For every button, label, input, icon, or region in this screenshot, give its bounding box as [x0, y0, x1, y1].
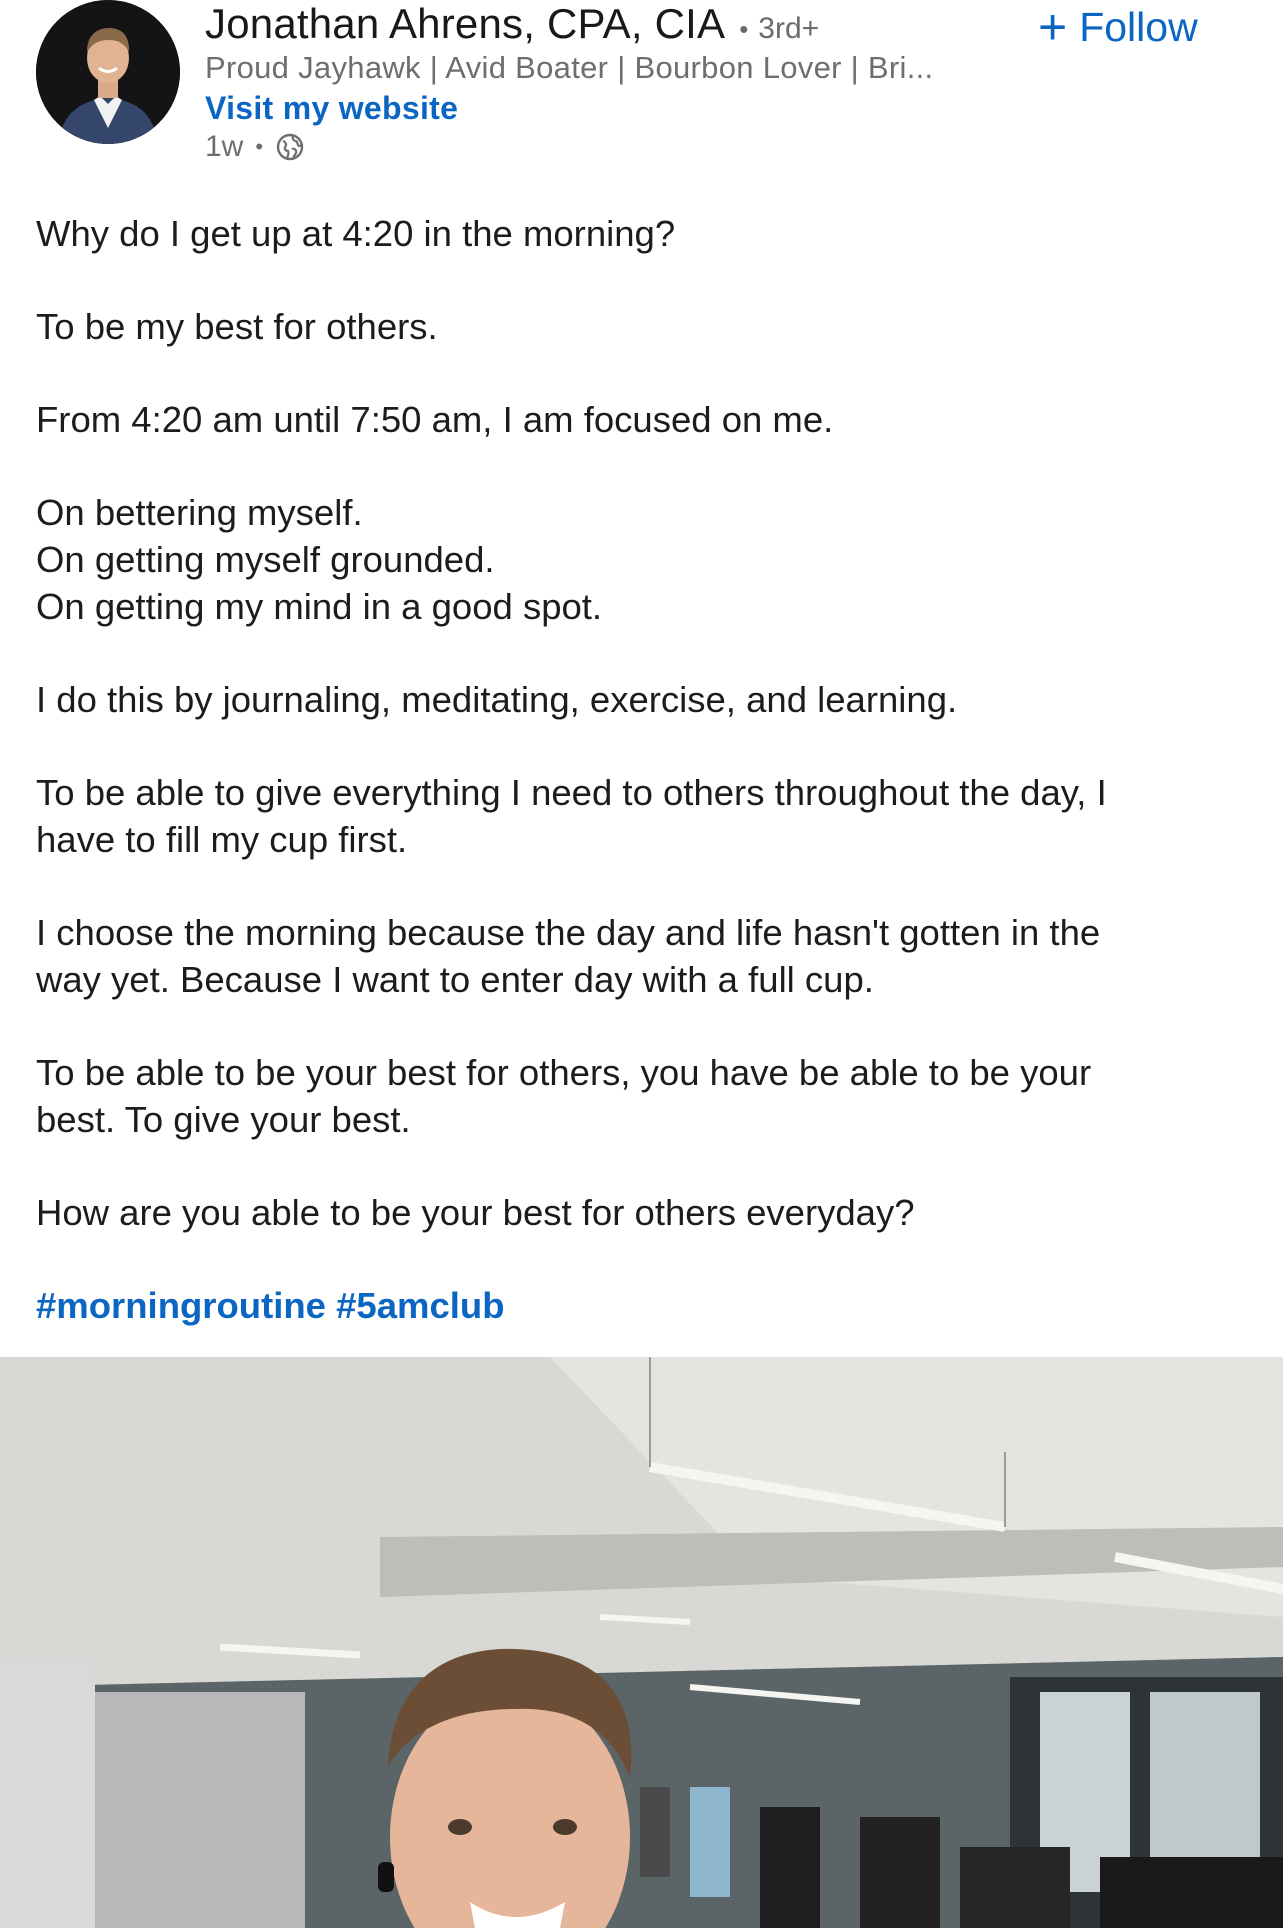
post-line: best. To give your best.: [36, 1099, 411, 1140]
post-paragraph: I do this by journaling, meditating, exe…: [36, 679, 958, 720]
follow-button[interactable]: + Follow: [1038, 2, 1198, 52]
follow-label: Follow: [1079, 3, 1198, 50]
author-headline: Proud Jayhawk | Avid Boater | Bourbon Lo…: [205, 50, 934, 85]
post-line: have to fill my cup first.: [36, 819, 408, 860]
globe-icon: [276, 133, 304, 161]
connection-degree: 3rd+: [758, 12, 820, 45]
post-image[interactable]: [0, 1357, 1283, 1928]
meta-separator: •: [255, 134, 264, 159]
post-body: Why do I get up at 4:20 in the morning? …: [36, 210, 1256, 1329]
plus-icon: +: [1038, 0, 1068, 55]
post-time: 1w: [205, 130, 244, 163]
post-header: Jonathan Ahrens, CPA, CIA • 3rd+ + Follo…: [0, 0, 1283, 180]
post-line: I choose the morning because the day and…: [36, 912, 1101, 953]
hashtag-link[interactable]: #morningroutine: [36, 1285, 326, 1326]
post-line: On bettering myself.: [36, 492, 363, 533]
hashtags: #morningroutine #5amclub: [36, 1282, 1256, 1329]
post-line: To be able to be your best for others, y…: [36, 1052, 1092, 1093]
post-line: On getting myself grounded.: [36, 539, 495, 580]
post-line: To be able to give everything I need to …: [36, 772, 1107, 813]
post-paragraph: To be able to give everything I need to …: [36, 769, 1256, 863]
post-line: way yet. Because I want to enter day wit…: [36, 959, 874, 1000]
author-name[interactable]: Jonathan Ahrens, CPA, CIA: [205, 0, 725, 48]
post-paragraph: On bettering myself. On getting myself g…: [36, 489, 1256, 630]
post-paragraph: To be my best for others.: [36, 306, 438, 347]
post-paragraph: To be able to be your best for others, y…: [36, 1049, 1256, 1143]
visit-website-link[interactable]: Visit my website: [205, 90, 458, 127]
author-name-line: Jonathan Ahrens, CPA, CIA • 3rd+: [205, 0, 819, 50]
hashtag-link[interactable]: #5amclub: [336, 1285, 504, 1326]
post-paragraph: From 4:20 am until 7:50 am, I am focused…: [36, 399, 834, 440]
author-avatar[interactable]: [36, 0, 180, 144]
post-line: On getting my mind in a good spot.: [36, 586, 603, 627]
post-paragraph: I choose the morning because the day and…: [36, 909, 1256, 1003]
name-separator: •: [739, 14, 749, 44]
post-meta: 1w •: [205, 130, 305, 164]
post-paragraph: How are you able to be your best for oth…: [36, 1192, 915, 1233]
post-paragraph: Why do I get up at 4:20 in the morning?: [36, 213, 676, 254]
